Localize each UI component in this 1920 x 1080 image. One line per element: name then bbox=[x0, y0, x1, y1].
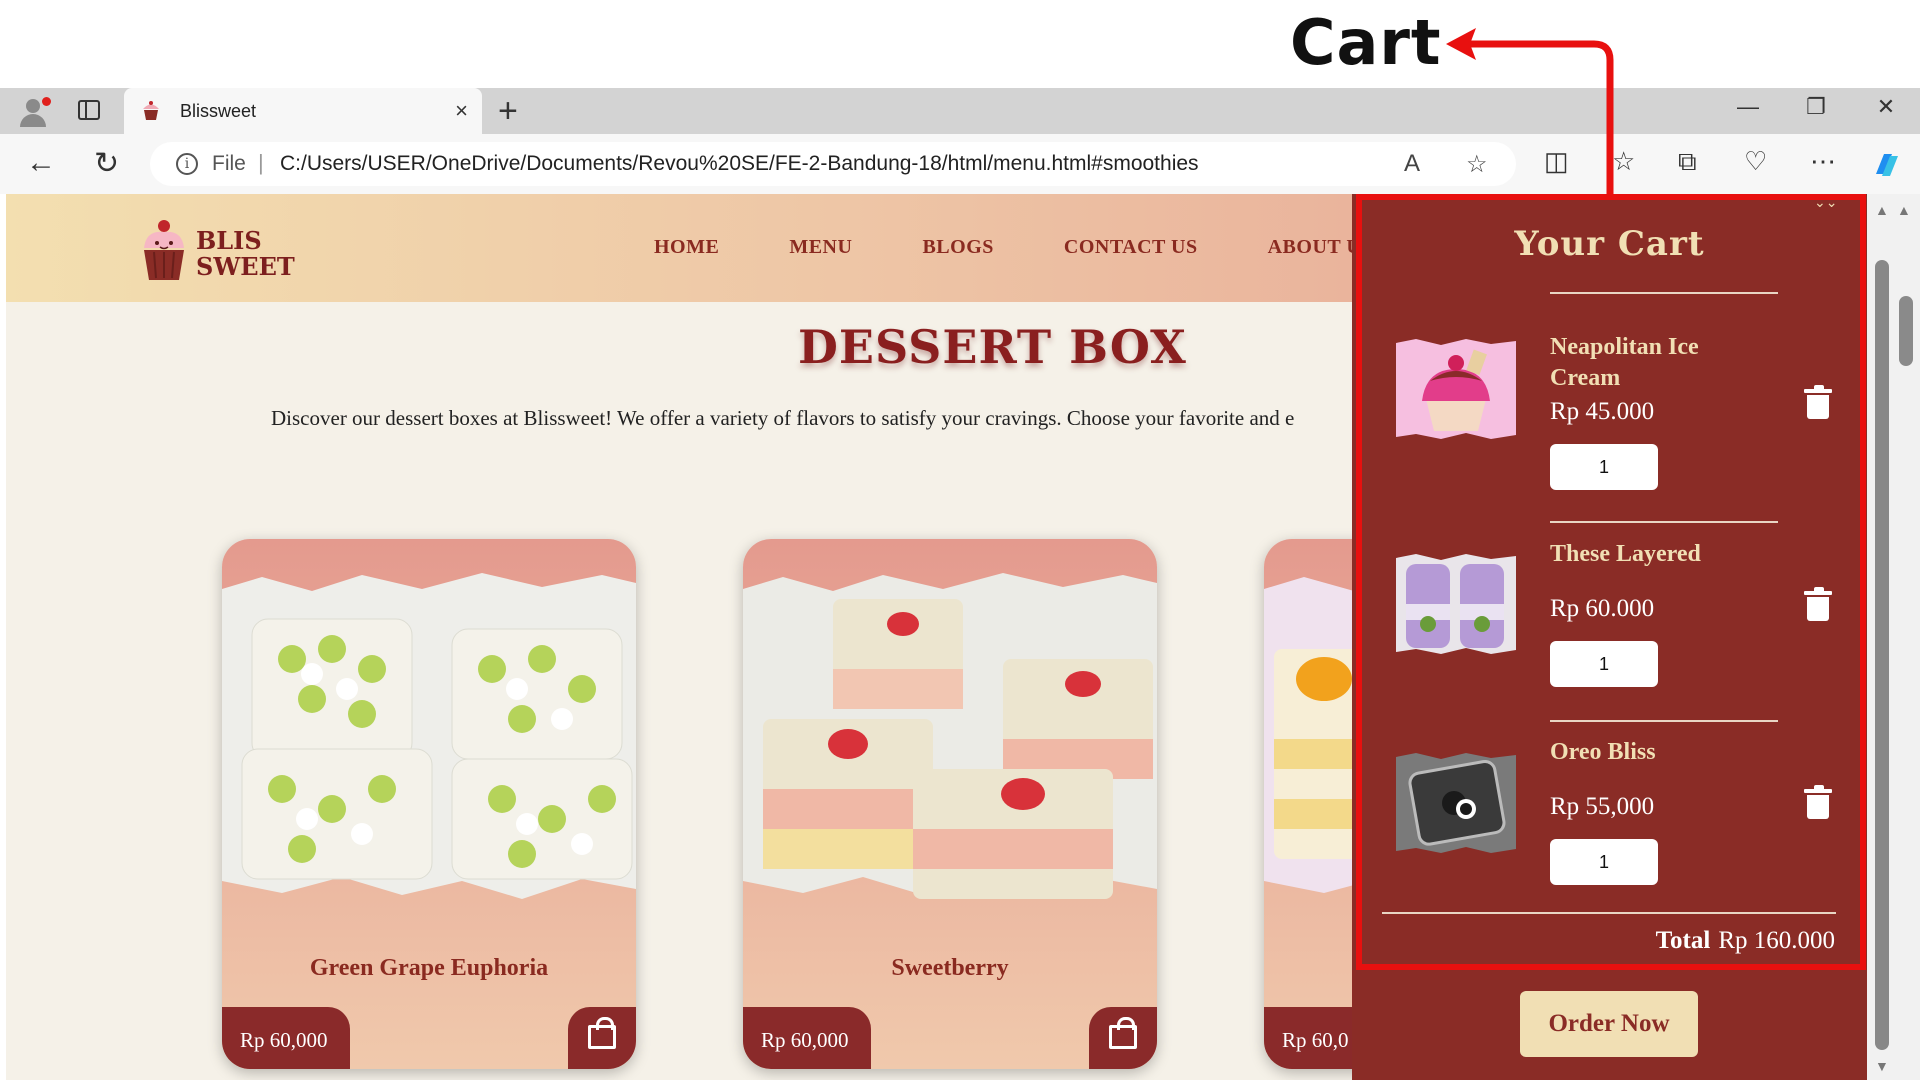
product-card[interactable]: Sweetberry Rp 60,000 bbox=[743, 539, 1157, 1069]
cart-item-name: These Layered bbox=[1550, 541, 1701, 567]
tab-actions-icon[interactable] bbox=[78, 100, 100, 120]
cart-item: These Layered Rp 60.000 bbox=[1352, 539, 1867, 729]
url-text[interactable]: C:/Users/USER/OneDrive/Documents/Revou%2… bbox=[280, 152, 1199, 176]
product-price: Rp 60,000 bbox=[222, 1007, 350, 1069]
product-name: Green Grape Euphoria bbox=[309, 955, 549, 981]
cart-total-value: Rp 160.000 bbox=[1718, 927, 1835, 954]
browser-essentials-icon[interactable]: ♡ bbox=[1744, 146, 1767, 177]
cart-total-label: Total bbox=[1655, 927, 1711, 954]
url-scheme: File bbox=[212, 152, 246, 175]
favorite-star-icon[interactable]: ☆ bbox=[1466, 150, 1488, 179]
cart-item: Oreo Bliss Rp 55,000 bbox=[1352, 737, 1867, 927]
copilot-icon[interactable] bbox=[1870, 148, 1904, 182]
page-scrollbar[interactable]: ▲ ▲ ▼ bbox=[1867, 194, 1920, 1080]
cart-divider bbox=[1550, 292, 1778, 294]
window-close-icon[interactable]: ✕ bbox=[1856, 94, 1916, 120]
product-price: Rp 60,000 bbox=[743, 1007, 871, 1069]
product-image bbox=[222, 573, 636, 899]
cart-divider bbox=[1550, 521, 1778, 523]
product-name: Sweetberry bbox=[891, 955, 1009, 981]
shopping-bag-icon bbox=[1109, 1017, 1137, 1049]
back-icon[interactable]: ← bbox=[26, 146, 56, 180]
quantity-input[interactable] bbox=[1550, 641, 1658, 687]
nav-contact-us[interactable]: CONTACT US bbox=[1064, 236, 1198, 259]
new-tab-icon[interactable]: + bbox=[498, 92, 518, 131]
logo-text: BLIS SWEET bbox=[196, 226, 295, 281]
shopping-bag-icon bbox=[588, 1017, 616, 1049]
cart-item-name: Neapolitan Ice Cream bbox=[1550, 334, 1699, 391]
site-logo[interactable]: BLIS SWEET bbox=[136, 214, 296, 286]
cart-close-icon[interactable]: ⌄⌄ bbox=[1814, 194, 1837, 211]
cart-total-divider bbox=[1382, 912, 1836, 914]
collections-icon[interactable]: ⧉ bbox=[1678, 146, 1697, 178]
refresh-icon[interactable]: ↻ bbox=[94, 146, 119, 181]
nav-home[interactable]: HOME bbox=[654, 236, 719, 259]
cart-item-image bbox=[1396, 339, 1516, 439]
cart-panel: ⌄⌄ Your Cart Neapolitan Ice Cream Rp 45.… bbox=[1352, 194, 1867, 1080]
nav-blogs[interactable]: BLOGS bbox=[922, 236, 993, 259]
section-title: DESSERT BOX bbox=[798, 320, 1187, 374]
nav-links: HOME MENU BLOGS CONTACT US ABOUT US bbox=[654, 236, 1443, 259]
more-options-icon[interactable]: ⋯ bbox=[1810, 146, 1836, 177]
scrollbar-thumb[interactable] bbox=[1899, 296, 1913, 366]
restore-icon[interactable]: ❐ bbox=[1786, 94, 1846, 120]
cart-item-image bbox=[1396, 753, 1516, 853]
quantity-input[interactable] bbox=[1550, 839, 1658, 885]
read-aloud-icon[interactable]: A bbox=[1404, 150, 1420, 178]
url-separator: | bbox=[258, 150, 264, 175]
nav-menu[interactable]: MENU bbox=[789, 236, 852, 259]
favorites-icon[interactable]: ☆ bbox=[1612, 146, 1635, 177]
browser-address-bar: ← ↻ i File | C:/Users/USER/OneDrive/Docu… bbox=[0, 134, 1920, 194]
browser-tab[interactable]: Blissweet × bbox=[124, 88, 482, 134]
cart-item-name: Oreo Bliss bbox=[1550, 739, 1656, 765]
annotation-label: Cart bbox=[1290, 6, 1442, 79]
scroll-up-icon[interactable]: ▲ bbox=[1875, 202, 1889, 218]
cart-total: Total Rp 160.000 bbox=[1656, 927, 1835, 955]
cart-item: Neapolitan Ice Cream Rp 45.000 bbox=[1352, 314, 1867, 504]
cart-item-image bbox=[1396, 554, 1516, 654]
cart-item-price: Rp 60.000 bbox=[1550, 595, 1655, 622]
product-card[interactable]: Green Grape Euphoria Rp 60,000 bbox=[222, 539, 636, 1069]
trash-icon[interactable] bbox=[1804, 385, 1832, 419]
cart-title: Your Cart bbox=[1514, 224, 1705, 264]
scrollbar-track[interactable] bbox=[1875, 260, 1889, 1050]
info-icon[interactable]: i bbox=[176, 153, 198, 175]
add-to-cart-button[interactable] bbox=[1089, 1007, 1157, 1069]
tab-close-icon[interactable]: × bbox=[455, 98, 468, 124]
quantity-input[interactable] bbox=[1550, 444, 1658, 490]
cupcake-favicon-icon bbox=[143, 101, 159, 120]
scroll-down-icon[interactable]: ▼ bbox=[1875, 1058, 1889, 1074]
scroll-up-icon-secondary[interactable]: ▲ bbox=[1897, 202, 1911, 218]
product-image bbox=[743, 573, 1157, 899]
split-screen-icon[interactable]: ◫ bbox=[1544, 146, 1569, 177]
tab-title: Blissweet bbox=[180, 101, 257, 121]
url-field[interactable]: i File | C:/Users/USER/OneDrive/Document… bbox=[150, 142, 1516, 186]
cart-item-price: Rp 55,000 bbox=[1550, 793, 1655, 820]
cupcake-logo-icon bbox=[144, 220, 184, 280]
cart-item-price: Rp 45.000 bbox=[1550, 398, 1655, 425]
cart-divider bbox=[1550, 720, 1778, 722]
order-now-button[interactable]: Order Now bbox=[1520, 991, 1698, 1057]
add-to-cart-button[interactable] bbox=[568, 1007, 636, 1069]
trash-icon[interactable] bbox=[1804, 587, 1832, 621]
browser-tab-bar: Blissweet × + — ❐ ✕ bbox=[0, 88, 1920, 134]
minimize-icon[interactable]: — bbox=[1718, 94, 1778, 120]
trash-icon[interactable] bbox=[1804, 785, 1832, 819]
profile-icon[interactable] bbox=[12, 94, 56, 128]
section-description: Discover our dessert boxes at Blissweet!… bbox=[271, 406, 1295, 430]
